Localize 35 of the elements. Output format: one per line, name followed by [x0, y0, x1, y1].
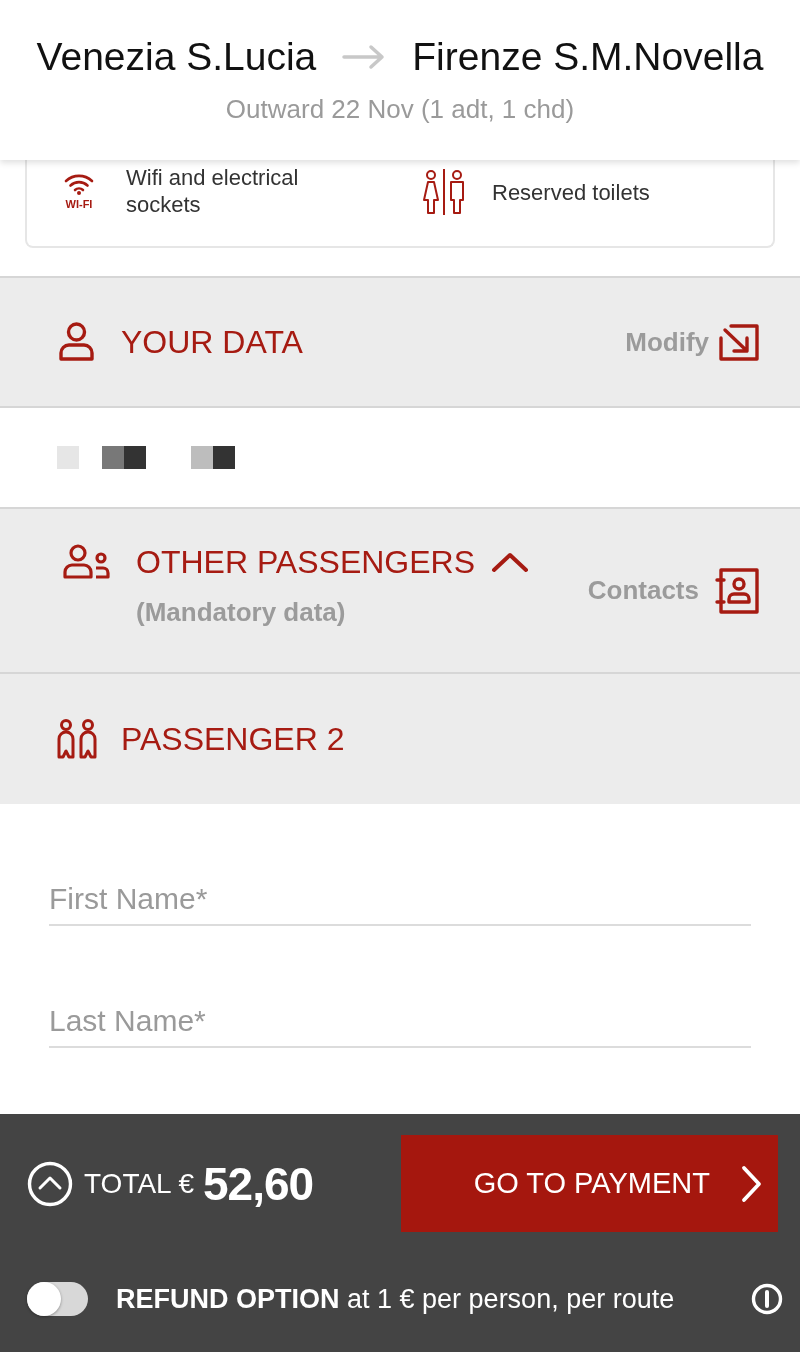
pixelated-text	[57, 446, 79, 469]
section-title: OTHER PASSENGERS	[136, 543, 476, 581]
amenity-label: Reserved toilets	[492, 178, 650, 206]
people-icon	[63, 544, 111, 580]
wifi-icon	[64, 172, 94, 195]
chevron-right-icon	[740, 1164, 762, 1203]
chevron-up-icon	[491, 551, 530, 573]
section-subtitle: (Mandatory data)	[136, 596, 347, 628]
total-amount: 52,60	[202, 1156, 314, 1211]
input-field[interactable]: Last Name*	[49, 996, 751, 1048]
go-to-payment-button[interactable]: GO TO PAYMENT	[401, 1135, 778, 1232]
collapse-toggle[interactable]	[491, 551, 530, 573]
amenity-label: Wifi and electrical sockets	[126, 164, 300, 218]
contacts-button[interactable]: Contacts	[587, 567, 759, 614]
trip-summary: Outward 22 Nov (1 adt, 1 chd)	[225, 94, 575, 125]
wifi-label: WI-FI	[65, 197, 93, 210]
total-label: TOTAL €	[84, 1167, 194, 1200]
info-icon[interactable]	[751, 1283, 783, 1315]
refund-option-text: REFUND OPTION at 1 € per person, per route	[116, 1283, 675, 1315]
pixelated-text	[191, 446, 235, 469]
edit-icon	[719, 323, 759, 361]
chevron-up-circle-icon	[27, 1160, 73, 1207]
input-field[interactable]: First Name*	[49, 874, 751, 926]
modify-button[interactable]: Modify	[625, 323, 759, 361]
two-persons-icon	[57, 719, 97, 759]
section-title: YOUR DATA	[121, 323, 303, 361]
arrow-right-icon	[342, 44, 387, 70]
pixelated-text	[102, 446, 146, 469]
contact-book-icon	[715, 567, 759, 614]
person-icon	[58, 322, 95, 362]
expand-summary-button[interactable]	[27, 1160, 73, 1207]
section-title: PASSENGER 2	[121, 720, 345, 758]
origin-station: Venezia S.Lucia	[36, 34, 317, 80]
destination-station: Firenze S.M.Novella	[412, 34, 764, 80]
refund-toggle[interactable]	[27, 1282, 88, 1316]
